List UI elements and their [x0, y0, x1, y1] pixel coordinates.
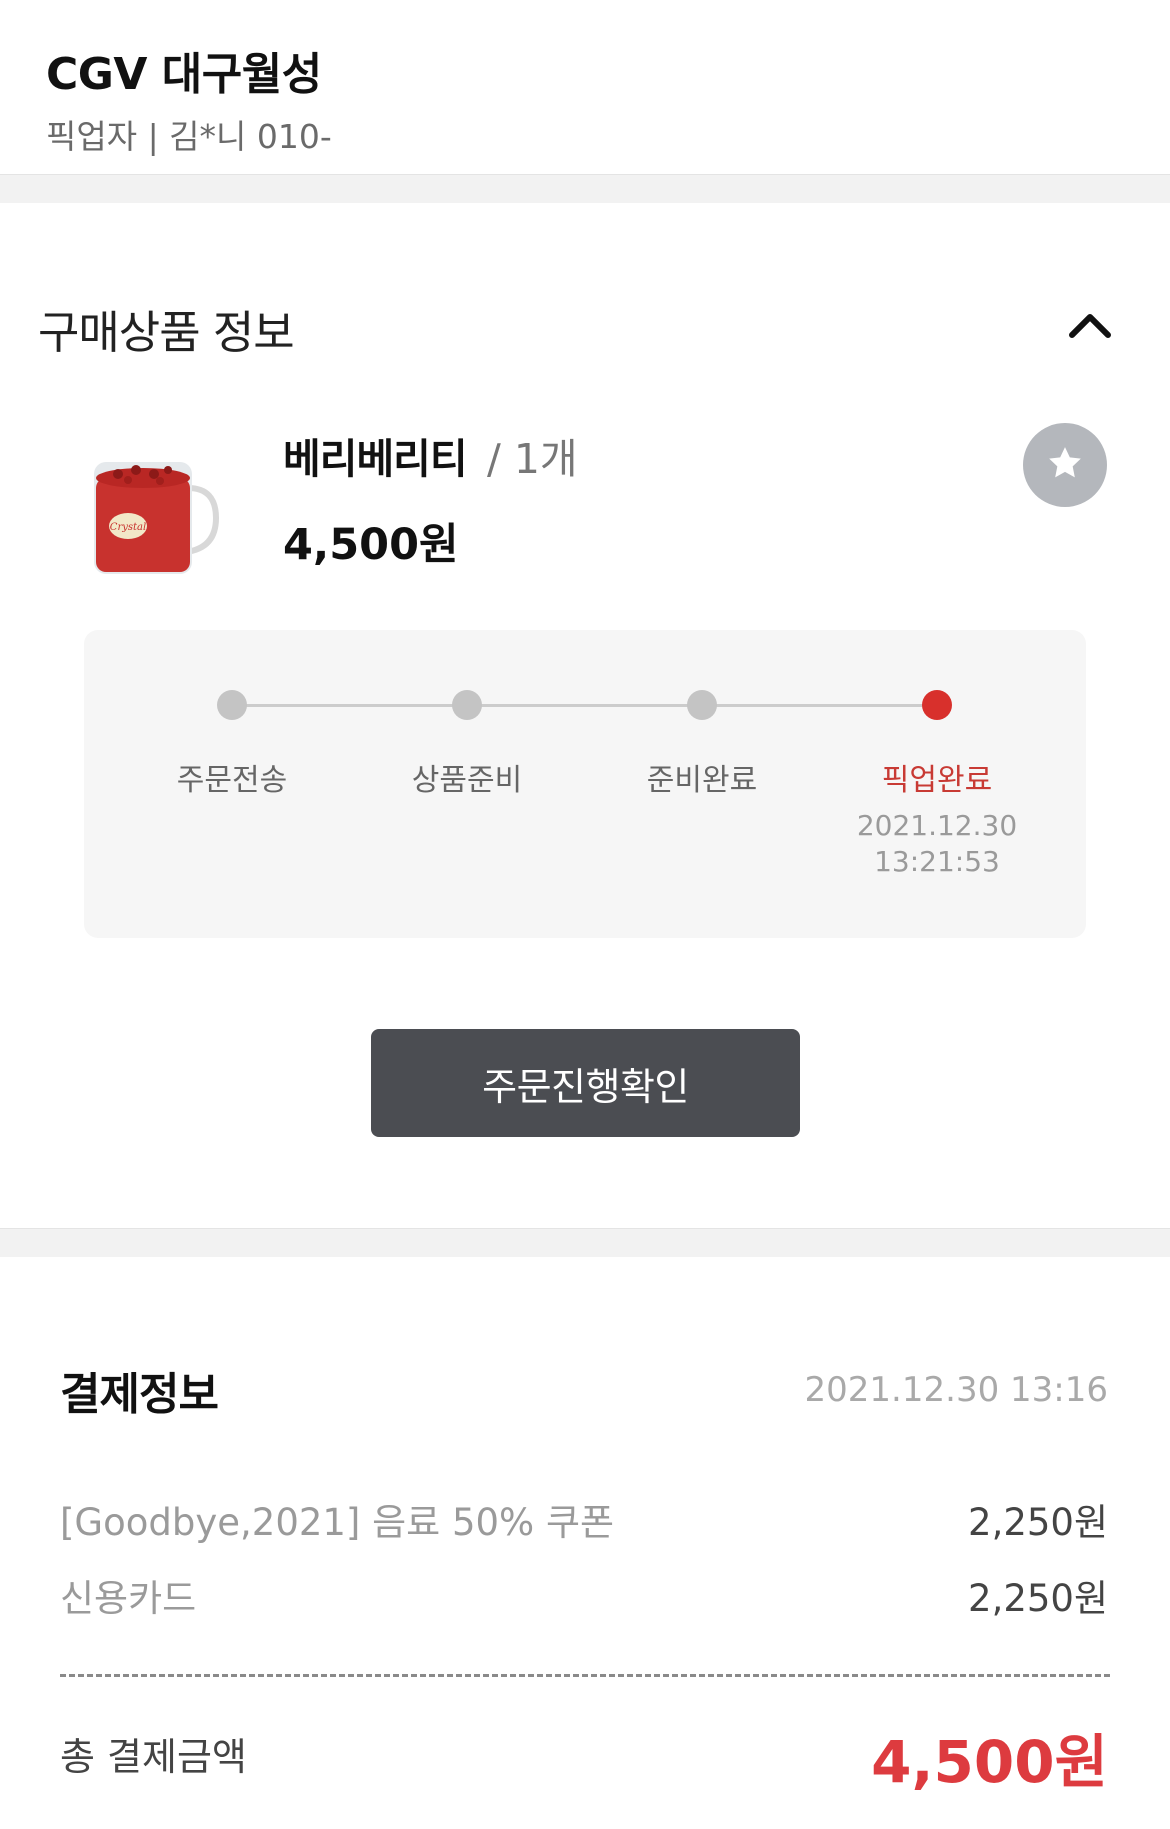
section-divider	[0, 174, 1170, 203]
product-price: 4,500원	[283, 520, 459, 570]
dashed-divider	[60, 1674, 1110, 1677]
chevron-up-icon[interactable]	[1060, 300, 1120, 350]
payment-row-value: 2,250원	[968, 1577, 1108, 1620]
section-divider	[0, 1228, 1170, 1257]
step-completed-time: 13:21:53	[874, 845, 1000, 878]
star-icon	[1045, 443, 1085, 487]
favorite-button[interactable]	[1023, 423, 1107, 507]
step-dot-2	[452, 690, 482, 720]
product-quantity: / 1개	[487, 435, 578, 483]
product-name: 베리베리티	[283, 435, 468, 483]
step-completed-date: 2021.12.30	[856, 809, 1018, 842]
order-status-button[interactable]: 주문진행확인	[371, 1029, 800, 1137]
product-image: Crystal	[88, 440, 222, 580]
pickup-info: 픽업자 | 김*니 010-	[46, 117, 332, 156]
step-dot-3	[687, 690, 717, 720]
step-label-1: 주문전송	[176, 763, 288, 798]
payment-date: 2021.12.30 13:16	[804, 1370, 1108, 1410]
svg-text:Crystal: Crystal	[110, 522, 146, 533]
step-dot-1	[217, 690, 247, 720]
payment-row-label: [Goodbye,2021] 음료 50% 쿠폰	[60, 1501, 615, 1544]
step-label-4: 픽업완료	[881, 763, 993, 798]
step-label-2: 상품준비	[411, 763, 523, 798]
step-label-3: 준비완료	[646, 763, 758, 798]
section-title: 구매상품 정보	[38, 306, 295, 359]
progress-track	[232, 704, 937, 707]
payment-row-label: 신용카드	[60, 1577, 197, 1620]
store-name: CGV 대구월성	[46, 49, 322, 100]
total-label: 총 결제금액	[60, 1735, 247, 1779]
step-dot-4	[922, 690, 952, 720]
order-progress: 주문전송 상품준비 준비완료 픽업완료 2021.12.30 13:21:53	[84, 630, 1086, 938]
payment-row-value: 2,250원	[968, 1501, 1108, 1544]
payment-title: 결제정보	[60, 1369, 219, 1420]
total-amount: 4,500원	[871, 1728, 1108, 1796]
